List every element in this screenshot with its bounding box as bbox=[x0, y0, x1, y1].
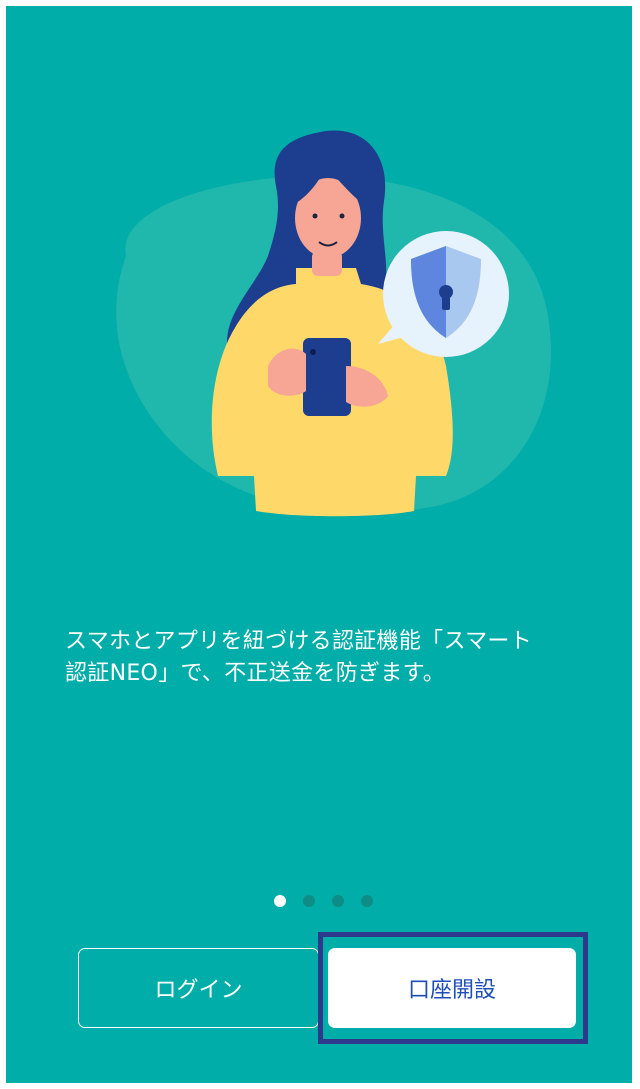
onboarding-description: スマホとアプリを紐づける認証機能「スマート 認証NEO」で、不正送金を防ぎます。 bbox=[65, 629, 532, 686]
open-account-button[interactable]: 口座開設 bbox=[328, 948, 576, 1028]
page-dot-3[interactable] bbox=[332, 895, 344, 907]
onboarding-screen: スマホとアプリを紐づける認証機能「スマート 認証NEO」で、不正送金を防ぎます。… bbox=[6, 6, 632, 1083]
right-eye bbox=[339, 213, 345, 219]
open-account-button-label: 口座開設 bbox=[407, 978, 496, 1003]
page-dot-1[interactable] bbox=[274, 895, 286, 907]
phone-camera bbox=[310, 349, 316, 355]
page-dot-4[interactable] bbox=[361, 895, 373, 907]
page-dot-2[interactable] bbox=[303, 895, 315, 907]
security-illustration bbox=[116, 130, 552, 517]
page-indicator bbox=[274, 894, 373, 908]
keyhole-bottom bbox=[442, 294, 450, 310]
login-button-label: ログイン bbox=[154, 978, 243, 1003]
login-button[interactable]: ログイン bbox=[78, 948, 319, 1028]
phone bbox=[303, 338, 351, 416]
left-eye bbox=[312, 213, 318, 219]
